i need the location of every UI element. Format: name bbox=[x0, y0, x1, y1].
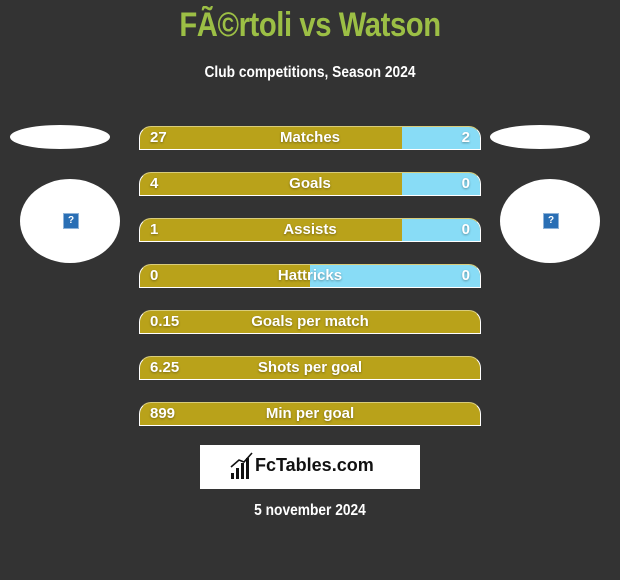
left-player-name-placeholder bbox=[10, 125, 110, 149]
stat-label: Matches bbox=[279, 129, 341, 146]
broken-image-icon: ? bbox=[63, 213, 79, 229]
date-label: 5 november 2024 bbox=[254, 502, 366, 519]
page-title: FÃ©rtoli vs Watson bbox=[179, 6, 441, 44]
stat-row-min-per-goal: 899 Min per goal bbox=[139, 402, 481, 426]
stat-label: Shots per goal bbox=[257, 359, 363, 376]
brand-logo[interactable]: FcTables.com bbox=[200, 445, 420, 489]
right-value: 0 bbox=[461, 175, 470, 192]
right-player-name-placeholder bbox=[490, 125, 590, 149]
stat-row-hattricks: 0 Hattricks 0 bbox=[139, 264, 481, 288]
stat-row-goals: 4 Goals 0 bbox=[139, 172, 481, 196]
broken-image-icon: ? bbox=[543, 213, 559, 229]
stat-row-shots-per-goal: 6.25 Shots per goal bbox=[139, 356, 481, 380]
stat-row-matches: 27 Matches 2 bbox=[139, 126, 481, 150]
right-team-logo: ? bbox=[500, 179, 600, 263]
right-value: 0 bbox=[461, 221, 470, 238]
stat-label: Assists bbox=[283, 221, 337, 238]
brand-name: FcTables.com bbox=[255, 455, 374, 475]
stat-label: Min per goal bbox=[265, 405, 355, 422]
chart-bars-icon bbox=[230, 452, 253, 479]
right-value: 2 bbox=[461, 129, 470, 146]
stat-label: Goals bbox=[289, 175, 331, 192]
stat-row-assists: 1 Assists 0 bbox=[139, 218, 481, 242]
competition-subtitle: Club competitions, Season 2024 bbox=[204, 64, 416, 81]
stat-label: Hattricks bbox=[277, 267, 343, 284]
left-team-logo: ? bbox=[20, 179, 120, 263]
right-value: 0 bbox=[461, 267, 470, 284]
stat-row-goals-per-match: 0.15 Goals per match bbox=[139, 310, 481, 334]
stat-label: Goals per match bbox=[251, 313, 369, 330]
